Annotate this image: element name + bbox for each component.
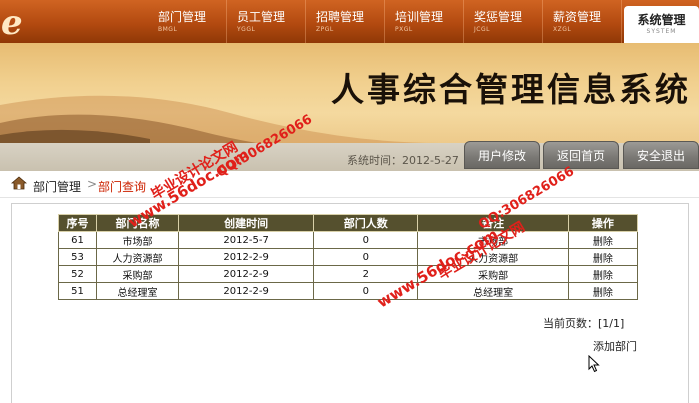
nav-label: 培训管理 [395,10,444,24]
nav-item-salary[interactable]: 薪资管理 XZGL [543,0,622,43]
page-indicator: 当前页数：[1/1] [543,317,625,330]
nav-label: 员工管理 [237,10,286,24]
svg-text:e: e [1,3,23,43]
cell-created: 2012-2-9 [178,282,315,300]
nav-item-training[interactable]: 培训管理 PXGL [385,0,464,43]
nav-item-employee[interactable]: 员工管理 YGGL [227,0,306,43]
mouse-cursor-icon [588,355,600,373]
cell-name: 人力资源部 [95,248,180,266]
delete-link[interactable]: 删除 [567,231,639,249]
header-banner: 人事综合管理信息系统 [0,43,699,143]
cell-created: 2012-5-7 [178,231,315,249]
nav-item-department[interactable]: 部门管理 BMGL [148,0,227,43]
cell-created: 2012-2-9 [178,265,315,283]
cell-name: 市场部 [95,231,180,249]
cell-id: 51 [58,282,97,300]
column-header-id: 序号 [58,214,97,232]
table-row: 52 采购部 2012-2-9 2 采购部 删除 [58,265,639,283]
system-title: 人事综合管理信息系统 [331,70,691,109]
column-header-created: 创建时间 [178,214,315,232]
cell-created: 2012-2-9 [178,248,315,266]
table-row: 53 人力资源部 2012-2-9 0 人力资源部 删除 [58,248,639,266]
delete-link[interactable]: 删除 [567,248,639,266]
cell-remark: 总经理室 [417,282,569,300]
cell-name: 总经理室 [95,282,180,300]
nav-sublabel: BMGL [158,26,178,33]
cell-count: 0 [313,248,419,266]
nav-label: 招聘管理 [316,10,365,24]
nav-sublabel: SYSTEM [646,28,677,35]
column-header-action: 操作 [567,214,639,232]
nav-item-reward-penalty[interactable]: 奖惩管理 JCGL [464,0,543,43]
nav-label: 薪资管理 [553,10,602,24]
top-nav-bar: e 部门管理 BMGL 员工管理 YGGL 招聘管理 ZPGL 培训管理 PXG… [0,0,699,43]
delete-link[interactable]: 删除 [567,265,639,283]
safe-logout-button[interactable]: 安全退出 [623,141,699,169]
nav-sublabel: XZGL [553,26,572,33]
cell-id: 52 [58,265,97,283]
breadcrumb-current: 部门查询 [98,180,147,194]
main-nav: 部门管理 BMGL 员工管理 YGGL 招聘管理 ZPGL 培训管理 PXGL … [148,0,622,43]
nav-item-system-active[interactable]: 系统管理 SYSTEM [624,6,699,43]
cell-count: 0 [313,231,419,249]
nav-item-recruitment[interactable]: 招聘管理 ZPGL [306,0,385,43]
table-row: 51 总经理室 2012-2-9 0 总经理室 删除 [58,282,639,300]
cell-name: 采购部 [95,265,180,283]
return-home-button[interactable]: 返回首页 [543,141,619,169]
nav-label: 奖惩管理 [474,10,523,24]
nav-label: 部门管理 [158,10,207,24]
nav-sublabel: JCGL [474,26,490,33]
breadcrumb-separator: > [87,177,98,191]
nav-label: 系统管理 [637,13,686,27]
cell-id: 53 [58,248,97,266]
system-time: 系统时间：2012-5-27 [347,154,459,167]
breadcrumb-parent[interactable]: 部门管理 [33,178,81,195]
table-row: 61 市场部 2012-5-7 0 市场部 删除 [58,231,639,249]
nav-sublabel: ZPGL [316,26,334,33]
nav-sublabel: PXGL [395,26,413,33]
column-header-count: 部门人数 [313,214,419,232]
department-table: 序号 部门名称 创建时间 部门人数 备注 操作 61 市场部 2012-5-7 … [58,214,639,300]
nav-sublabel: YGGL [237,26,256,33]
delete-link[interactable]: 删除 [567,282,639,300]
cell-id: 61 [58,231,97,249]
edit-user-button[interactable]: 用户修改 [464,141,540,169]
add-department-link[interactable]: 添加部门 [593,338,637,354]
home-icon [11,176,27,190]
app-logo-icon: e [1,3,23,43]
